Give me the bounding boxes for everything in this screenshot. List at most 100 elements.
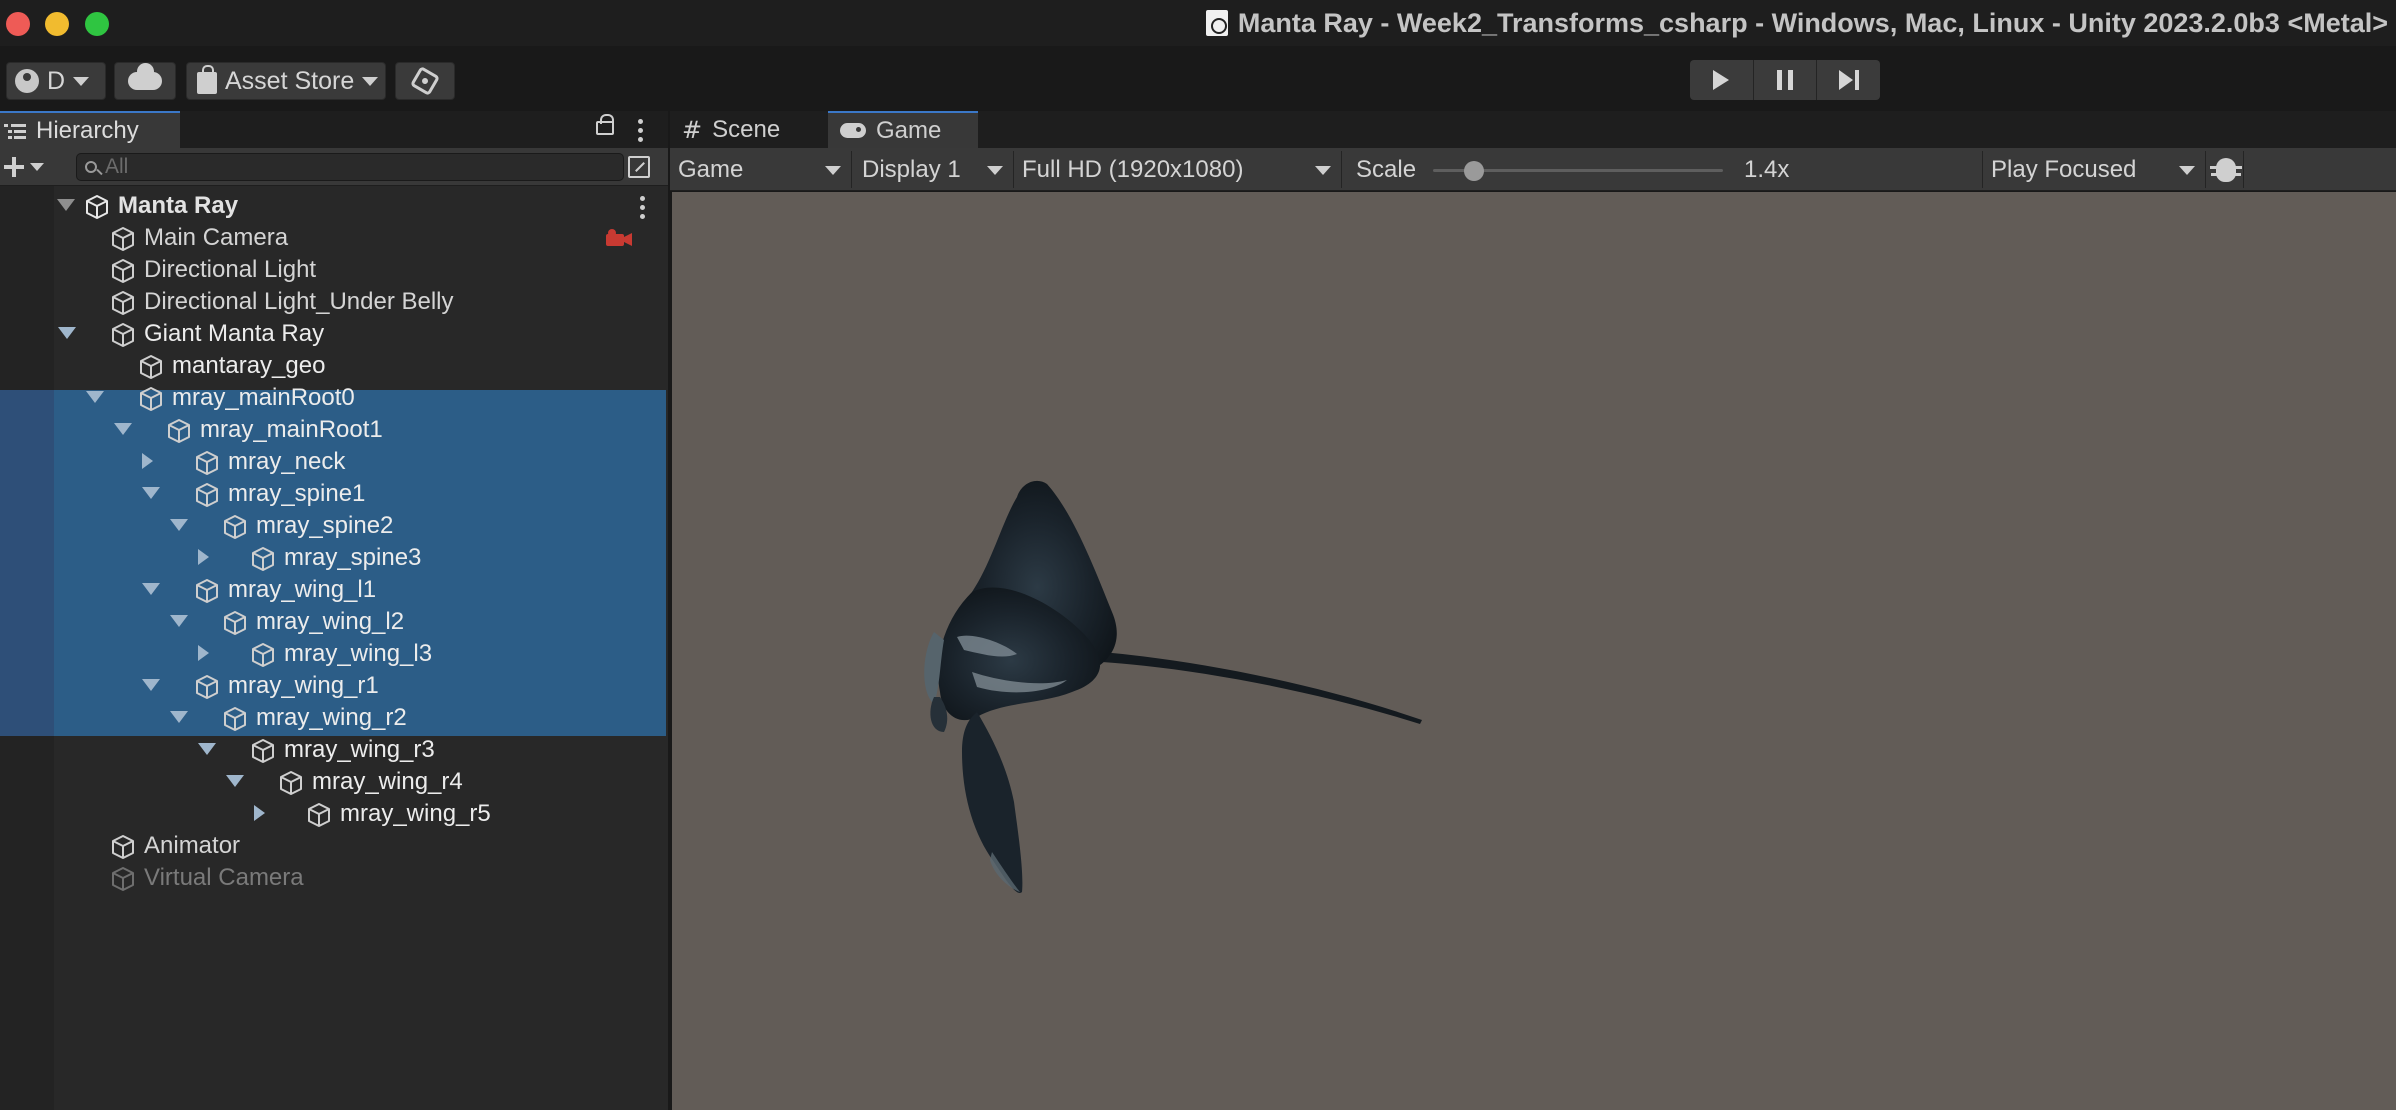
gameobject-cube-icon [222, 706, 248, 732]
hierarchy-row[interactable]: mantaray_geo [0, 350, 668, 382]
maximize-window-button[interactable] [85, 12, 109, 36]
debug-toggle-button[interactable] [2208, 151, 2244, 188]
view-type-value: Game [678, 155, 744, 183]
scale-slider-thumb[interactable] [1463, 161, 1484, 181]
expand-arrow-down-icon[interactable] [57, 199, 75, 211]
hierarchy-row[interactable]: Virtual Camera [0, 862, 668, 894]
expand-arrow-down-icon[interactable] [86, 391, 104, 403]
expand-arrow-right-icon[interactable] [198, 549, 209, 565]
gameobject-cube-icon [138, 386, 164, 412]
expand-arrow-down-icon[interactable] [142, 583, 160, 595]
step-button[interactable] [1817, 60, 1880, 100]
hierarchy-row[interactable]: Directional Light [0, 254, 668, 286]
bug-icon [2209, 157, 2242, 182]
hierarchy-row[interactable]: Main Camera [0, 222, 668, 254]
resolution-select[interactable]: Full HD (1920x1080) [1016, 151, 1341, 188]
hierarchy-row[interactable]: mray_spine1 [0, 478, 668, 510]
hierarchy-row[interactable]: mray_wing_l3 [0, 638, 668, 670]
hierarchy-row[interactable]: Animator [0, 830, 668, 862]
hierarchy-row[interactable]: mray_wing_l2 [0, 606, 668, 638]
manta-ray-render [924, 480, 1422, 893]
expand-arrow-down-icon[interactable] [58, 327, 76, 339]
hierarchy-row-label: mantaray_geo [172, 352, 326, 379]
hierarchy-row-label: Directional Light [144, 256, 317, 283]
camera-overlay-icon [604, 228, 634, 248]
window-title-text: Manta Ray - Week2_Transforms_csharp - Wi… [1237, 7, 2388, 38]
hierarchy-row-label: Manta Ray [118, 192, 239, 219]
play-button[interactable] [1690, 60, 1754, 100]
hierarchy-row-label: Directional Light_Under Belly [144, 288, 454, 315]
minimize-window-button[interactable] [45, 12, 69, 36]
chevron-down-icon [825, 166, 841, 175]
hierarchy-row[interactable]: mray_neck [0, 446, 668, 478]
account-dropdown[interactable]: D [6, 62, 106, 100]
create-dropdown-button[interactable] [4, 154, 54, 180]
hierarchy-row-label: mray_wing_l3 [284, 640, 433, 667]
tab-game[interactable]: Game [828, 111, 978, 148]
tab-hierarchy[interactable]: Hierarchy [0, 111, 180, 148]
hierarchy-row-label: mray_spine3 [284, 544, 422, 571]
play-mode-select[interactable]: Play Focused [1982, 151, 2206, 188]
hierarchy-row-label: mray_mainRoot0 [172, 384, 355, 411]
hierarchy-row[interactable]: mray_mainRoot0 [0, 382, 668, 414]
hierarchy-tab-label: Hierarchy [36, 116, 139, 144]
expand-arrow-down-icon[interactable] [142, 679, 160, 691]
play-mode-value: Play Focused [1991, 155, 2137, 183]
hierarchy-tabbar: Hierarchy [0, 111, 668, 148]
close-window-button[interactable] [6, 12, 30, 36]
play-icon [1713, 70, 1730, 90]
cloud-button[interactable] [114, 62, 176, 100]
gameobject-cube-icon [194, 674, 220, 700]
hierarchy-row[interactable]: mray_wing_r1 [0, 670, 668, 702]
pause-button[interactable] [1753, 60, 1818, 100]
expand-arrow-down-icon[interactable] [226, 775, 244, 787]
hierarchy-row[interactable]: Directional Light_Under Belly [0, 286, 668, 318]
display-value: Display 1 [862, 155, 961, 183]
expand-arrow-down-icon[interactable] [170, 615, 188, 627]
hierarchy-row[interactable]: mray_mainRoot1 [0, 414, 668, 446]
expand-arrow-down-icon[interactable] [114, 423, 132, 435]
kebab-menu-icon[interactable] [638, 119, 644, 142]
hierarchy-row-label: mray_wing_r3 [284, 736, 435, 763]
expand-arrow-down-icon[interactable] [142, 487, 160, 499]
hash-icon: # [682, 115, 703, 144]
hierarchy-row[interactable]: mray_wing_r5 [0, 798, 668, 830]
expand-arrow-right-icon[interactable] [198, 645, 209, 661]
scene-search-icon[interactable] [628, 156, 650, 178]
unity-version-control-button[interactable] [395, 62, 455, 100]
plus-icon [4, 157, 24, 177]
tab-scene-label: Scene [712, 115, 781, 143]
list-icon [4, 123, 26, 139]
hierarchy-row[interactable]: mray_spine3 [0, 542, 668, 574]
expand-arrow-right-icon[interactable] [254, 805, 265, 821]
hierarchy-row[interactable]: mray_wing_r2 [0, 702, 668, 734]
asset-store-dropdown[interactable]: Asset Store [186, 62, 386, 100]
search-placeholder: All [105, 155, 129, 178]
hierarchy-row[interactable]: mray_wing_r3 [0, 734, 668, 766]
scene-kebab-menu-icon[interactable] [640, 196, 646, 219]
scale-slider[interactable] [1433, 161, 1723, 181]
expand-arrow-down-icon[interactable] [170, 711, 188, 723]
account-label: D [47, 66, 66, 95]
lock-icon[interactable] [596, 114, 614, 135]
hierarchy-row[interactable]: Giant Manta Ray [0, 318, 668, 350]
gameobject-cube-icon [110, 834, 136, 860]
hierarchy-row[interactable]: mray_wing_r4 [0, 766, 668, 798]
hierarchy-search-input[interactable]: All [76, 153, 624, 181]
gameobject-cube-icon [110, 322, 136, 348]
scale-value: 1.4x [1744, 156, 1790, 183]
main-toolbar: D Asset Store [0, 46, 2396, 111]
hierarchy-row[interactable]: mray_spine2 [0, 510, 668, 542]
hierarchy-scene-row[interactable]: Manta Ray [0, 190, 668, 222]
game-viewport[interactable] [672, 192, 2396, 1110]
gameobject-cube-icon [194, 578, 220, 604]
expand-arrow-down-icon[interactable] [170, 519, 188, 531]
chevron-down-icon [73, 76, 90, 86]
view-type-select[interactable]: Game [670, 151, 852, 188]
hierarchy-row-label: mray_wing_l1 [228, 576, 377, 603]
display-select[interactable]: Display 1 [854, 151, 1014, 188]
expand-arrow-right-icon[interactable] [142, 453, 153, 469]
expand-arrow-down-icon[interactable] [198, 743, 216, 755]
tab-scene[interactable]: # Scene [670, 111, 820, 148]
hierarchy-row[interactable]: mray_wing_l1 [0, 574, 668, 606]
